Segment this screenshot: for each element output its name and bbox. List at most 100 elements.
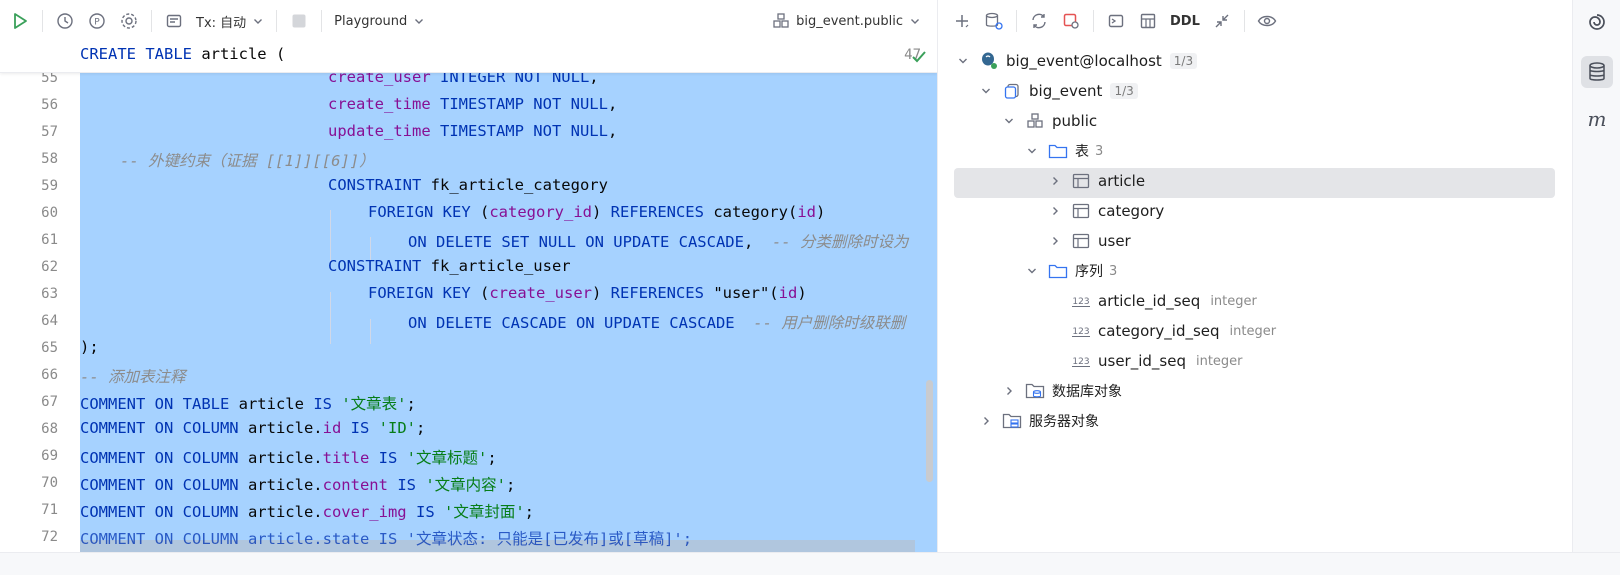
database-objects-folder-icon: [1024, 381, 1046, 401]
tree-node-sequences-folder[interactable]: 序列 3: [1023, 256, 1117, 286]
history-icon[interactable]: [49, 5, 81, 37]
table-icon: [1070, 171, 1092, 191]
ai-assistant-spiral-icon[interactable]: [1581, 6, 1613, 38]
datasource-properties-icon[interactable]: [978, 5, 1010, 37]
tree-node-schema[interactable]: public: [1000, 106, 1097, 136]
ddl-label: DDL: [1170, 13, 1200, 29]
run-icon[interactable]: [4, 5, 36, 37]
code-line: CONSTRAINT fk_article_category: [328, 176, 608, 194]
tree-node-sequence[interactable]: 123 category_id_seq integer: [1070, 316, 1276, 346]
chevron-down-icon[interactable]: [1023, 142, 1041, 160]
database-tool-icon[interactable]: [1581, 56, 1613, 88]
svg-text:m: m: [1588, 109, 1607, 131]
server-objects-folder-icon: [1001, 411, 1023, 431]
line-number: 58: [41, 151, 58, 167]
sequence-label: category_id_seq: [1098, 322, 1220, 340]
chevron-down-icon[interactable]: [1023, 262, 1041, 280]
connection-label: big_event@localhost: [1006, 52, 1162, 70]
code-comment-line: -- 添加表注释: [80, 368, 186, 386]
code-line: FOREIGN KEY (category_id) REFERENCES cat…: [368, 203, 826, 221]
toolbar-separator: [151, 10, 152, 32]
sequence-type: integer: [1195, 353, 1243, 369]
svg-text:P: P: [94, 18, 100, 28]
jump-to-console-icon[interactable]: [1100, 5, 1132, 37]
chevron-right-icon[interactable]: [1046, 232, 1064, 250]
line-number-gutter: 55 56 57 58 59 60 61 62 63 64 65 66 67 6…: [0, 42, 74, 552]
code-comment-line: -- 外键约束（证据 [[1]][[6]]）: [120, 152, 375, 170]
schema-icon: [1024, 111, 1046, 131]
database-badge: 1/3: [1110, 83, 1138, 99]
disconnect-icon[interactable]: [1055, 5, 1087, 37]
editor-toolbar: P Tx: 自动 Playground big_event.public: [0, 0, 937, 42]
console-mode-label: Playground: [334, 13, 408, 29]
chevron-down-icon[interactable]: [1000, 112, 1018, 130]
code-line: update_time TIMESTAMP NOT NULL,: [328, 122, 618, 140]
folder-icon: [1047, 261, 1069, 281]
ddl-button[interactable]: DDL: [1164, 6, 1206, 36]
schema-icon: [773, 13, 789, 28]
chevron-right-icon[interactable]: [1046, 202, 1064, 220]
code-line: ON DELETE CASCADE ON UPDATE CASCADE -- 用…: [408, 314, 906, 332]
line-number: 66: [41, 367, 58, 383]
chevron-right-icon[interactable]: [1046, 172, 1064, 190]
refresh-icon[interactable]: [1023, 5, 1055, 37]
chevron-down-icon: [254, 19, 263, 24]
view-options-eye-icon[interactable]: [1251, 5, 1283, 37]
output-layout-icon[interactable]: [158, 5, 190, 37]
postgresql-icon: [978, 51, 1000, 71]
tree-node-table-user[interactable]: user: [1046, 226, 1131, 256]
line-number: 65: [41, 340, 58, 356]
tree-node-tables-folder[interactable]: 表 3: [1023, 136, 1103, 166]
add-icon[interactable]: [946, 5, 978, 37]
sticky-code-line: CREATE TABLE article (: [80, 45, 286, 63]
line-number: 67: [41, 394, 58, 410]
tree-node-connection[interactable]: big_event@localhost 1/3: [954, 46, 1198, 76]
table-icon: [1070, 231, 1092, 251]
settings-gear-icon[interactable]: [113, 5, 145, 37]
tables-count: 3: [1095, 143, 1104, 159]
tree-node-table-category[interactable]: category: [1046, 196, 1164, 226]
tree-node-database-objects[interactable]: 数据库对象: [1000, 376, 1122, 406]
sequences-count: 3: [1109, 263, 1118, 279]
table-icon: [1070, 201, 1092, 221]
chevron-down-icon: [911, 19, 919, 24]
indent-guide: [370, 319, 371, 344]
tree-node-table-article[interactable]: article: [1046, 166, 1145, 196]
sequence-123-icon: 123: [1070, 351, 1092, 371]
table-editor-icon[interactable]: [1132, 5, 1164, 37]
database-label: big_event: [1029, 82, 1103, 100]
tree-node-database[interactable]: big_event 1/3: [977, 76, 1138, 106]
line-number: 72: [41, 529, 58, 545]
tree-node-server-objects[interactable]: 服务器对象: [977, 406, 1099, 436]
schema-selector-label: big_event.public: [796, 13, 903, 29]
stop-icon[interactable]: [283, 5, 315, 37]
svg-text:123: 123: [1072, 327, 1089, 337]
code-line: COMMENT ON COLUMN article.cover_img IS '…: [80, 503, 535, 521]
tree-node-sequence[interactable]: 123 article_id_seq integer: [1070, 286, 1257, 316]
line-number: 70: [41, 475, 58, 491]
code-line: COMMENT ON COLUMN article.id IS 'ID';: [80, 419, 426, 437]
explain-plan-icon[interactable]: P: [81, 5, 113, 37]
console-mode-dropdown[interactable]: Playground: [328, 6, 431, 36]
schema-selector-dropdown[interactable]: big_event.public: [766, 6, 927, 36]
sticky-scope-header[interactable]: 47 CREATE TABLE article (: [0, 42, 937, 73]
editor-scrollbar[interactable]: [926, 380, 933, 482]
connection-badge: 1/3: [1169, 53, 1198, 69]
line-number: 56: [41, 97, 58, 113]
right-tool-strip: m: [1572, 0, 1620, 552]
toolbar-separator: [276, 10, 278, 32]
tables-folder-label: 表: [1075, 144, 1089, 160]
chevron-down-icon[interactable]: [977, 82, 995, 100]
sequences-folder-label: 序列: [1075, 264, 1103, 280]
chevron-right-icon[interactable]: [977, 412, 995, 430]
m-mode-icon[interactable]: m: [1581, 104, 1613, 136]
tree-node-sequence[interactable]: 123 user_id_seq integer: [1070, 346, 1243, 376]
toolbar-separator: [1243, 10, 1245, 32]
chevron-right-icon[interactable]: [1000, 382, 1018, 400]
sql-editor[interactable]: 55 56 57 58 59 60 61 62 63 64 65 66 67 6…: [0, 42, 937, 552]
chevron-down-icon[interactable]: [954, 52, 972, 70]
collapse-all-icon[interactable]: [1206, 5, 1238, 37]
line-number: 59: [41, 178, 58, 194]
transaction-mode-dropdown[interactable]: Tx: 自动: [190, 6, 270, 36]
sequence-label: article_id_seq: [1098, 292, 1201, 310]
